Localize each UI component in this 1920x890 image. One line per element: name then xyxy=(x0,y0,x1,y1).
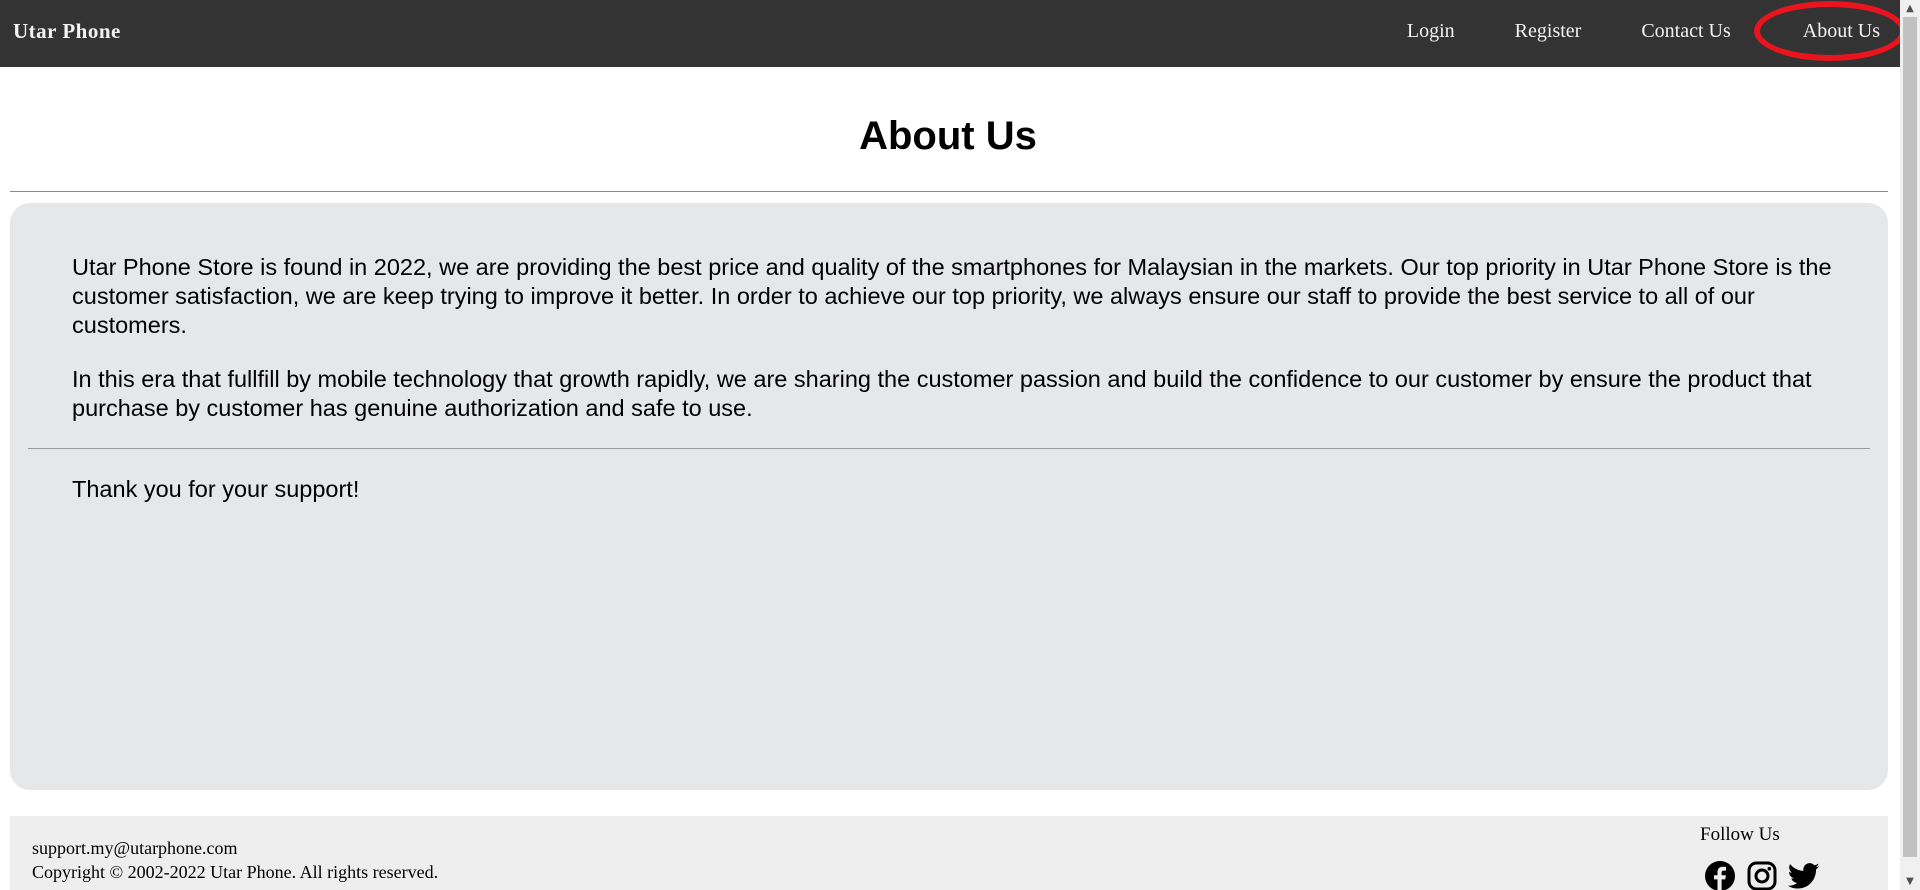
nav-register-link[interactable]: Register xyxy=(1485,0,1612,62)
nav-about-us-link[interactable]: About Us xyxy=(1761,0,1900,62)
browser-viewport: Utar Phone Login Register Contact Us Abo… xyxy=(0,0,1920,890)
follow-us-label: Follow Us xyxy=(1700,824,1780,845)
footer: support.my@utarphone.com Copyright © 200… xyxy=(10,816,1888,890)
vertical-scrollbar[interactable]: ▲ ▼ xyxy=(1900,0,1920,890)
footer-copyright: Copyright © 2002-2022 Utar Phone. All ri… xyxy=(32,862,439,882)
twitter-icon[interactable] xyxy=(1787,860,1820,890)
brand-logo[interactable]: Utar Phone xyxy=(13,0,121,62)
top-navbar: Utar Phone Login Register Contact Us Abo… xyxy=(0,0,1900,67)
instagram-icon[interactable] xyxy=(1746,860,1778,890)
scroll-down-arrow-icon[interactable]: ▼ xyxy=(1900,873,1920,890)
facebook-icon[interactable] xyxy=(1704,860,1736,890)
scrollbar-thumb[interactable] xyxy=(1903,17,1917,857)
nav-contact-us-link[interactable]: Contact Us xyxy=(1611,0,1760,62)
footer-email[interactable]: support.my@utarphone.com xyxy=(32,838,238,859)
nav-login-link[interactable]: Login xyxy=(1377,0,1485,62)
page-title: About Us xyxy=(859,114,1037,158)
page: Utar Phone Login Register Contact Us Abo… xyxy=(0,0,1906,890)
about-content-card: Utar Phone Store is found in 2022, we ar… xyxy=(10,203,1888,790)
about-paragraph-2: In this era that fullfill by mobile tech… xyxy=(72,366,1812,421)
content-divider xyxy=(28,448,1870,449)
nav-links: Login Register Contact Us About Us xyxy=(1377,0,1900,62)
scroll-up-arrow-icon[interactable]: ▲ xyxy=(1900,0,1920,17)
title-divider xyxy=(10,191,1888,192)
about-paragraph-1: Utar Phone Store is found in 2022, we ar… xyxy=(72,254,1832,338)
thank-you-text: Thank you for your support! xyxy=(72,476,360,502)
